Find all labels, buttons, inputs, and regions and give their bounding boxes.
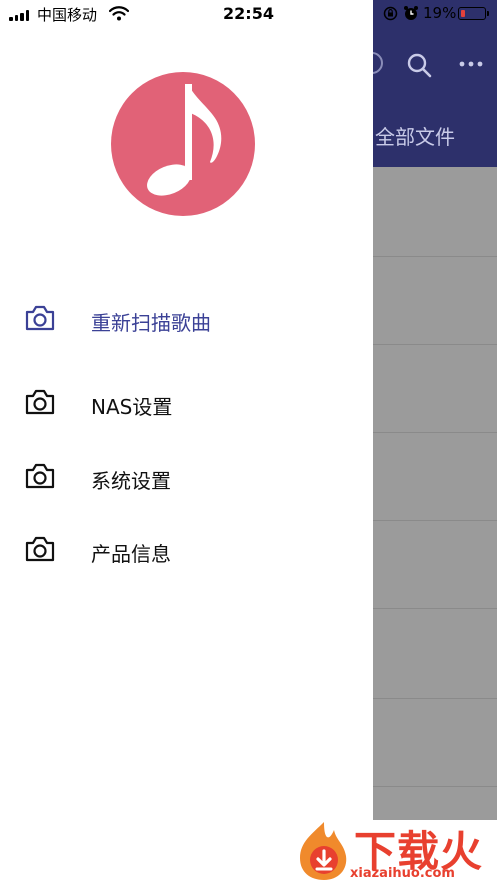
list-divider <box>373 786 497 787</box>
camera-icon <box>25 463 55 489</box>
menu-item-nas-settings[interactable]: NAS设置 <box>0 375 373 431</box>
list-divider <box>373 698 497 699</box>
battery-tip <box>487 11 489 16</box>
avatar[interactable] <box>111 72 255 216</box>
menu-item-label: NAS设置 <box>91 395 173 419</box>
menu-item-product-info[interactable]: 产品信息 <box>0 522 373 578</box>
search-icon[interactable] <box>406 52 432 78</box>
list-divider <box>373 432 497 433</box>
background-app: 全部文件 <box>373 0 497 883</box>
camera-icon <box>25 305 55 331</box>
camera-icon <box>25 536 55 562</box>
navigation-drawer: 重新扫描歌曲 NAS设置 系统设置 产品信息 <box>0 0 373 883</box>
alarm-clock-icon <box>404 6 418 20</box>
battery-level <box>460 9 465 17</box>
music-note-icon <box>147 84 222 196</box>
menu-item-label: 产品信息 <box>91 542 171 566</box>
rotation-lock-icon <box>383 6 398 21</box>
list-divider <box>373 608 497 609</box>
menu-item-label: 系统设置 <box>91 469 171 493</box>
partial-header-icon <box>373 52 383 74</box>
watermark-logo: 下载火 xiazaihuo.com <box>292 816 497 883</box>
camera-icon <box>25 389 55 415</box>
status-bar: 中国移动 22:54 19% <box>0 0 497 28</box>
watermark-url: xiazaihuo.com <box>350 866 455 881</box>
tab-all-files[interactable]: 全部文件 <box>375 121 455 150</box>
menu-item-system-settings[interactable]: 系统设置 <box>0 449 373 505</box>
list-divider <box>373 520 497 521</box>
menu-item-label: 重新扫描歌曲 <box>91 311 211 335</box>
more-icon[interactable] <box>458 58 484 70</box>
battery-icon <box>458 7 486 20</box>
menu-item-rescan-songs[interactable]: 重新扫描歌曲 <box>0 291 373 347</box>
battery-percentage: 19% <box>423 4 457 22</box>
flame-logo-icon <box>300 822 347 880</box>
list-divider <box>373 256 497 257</box>
list-divider <box>373 344 497 345</box>
